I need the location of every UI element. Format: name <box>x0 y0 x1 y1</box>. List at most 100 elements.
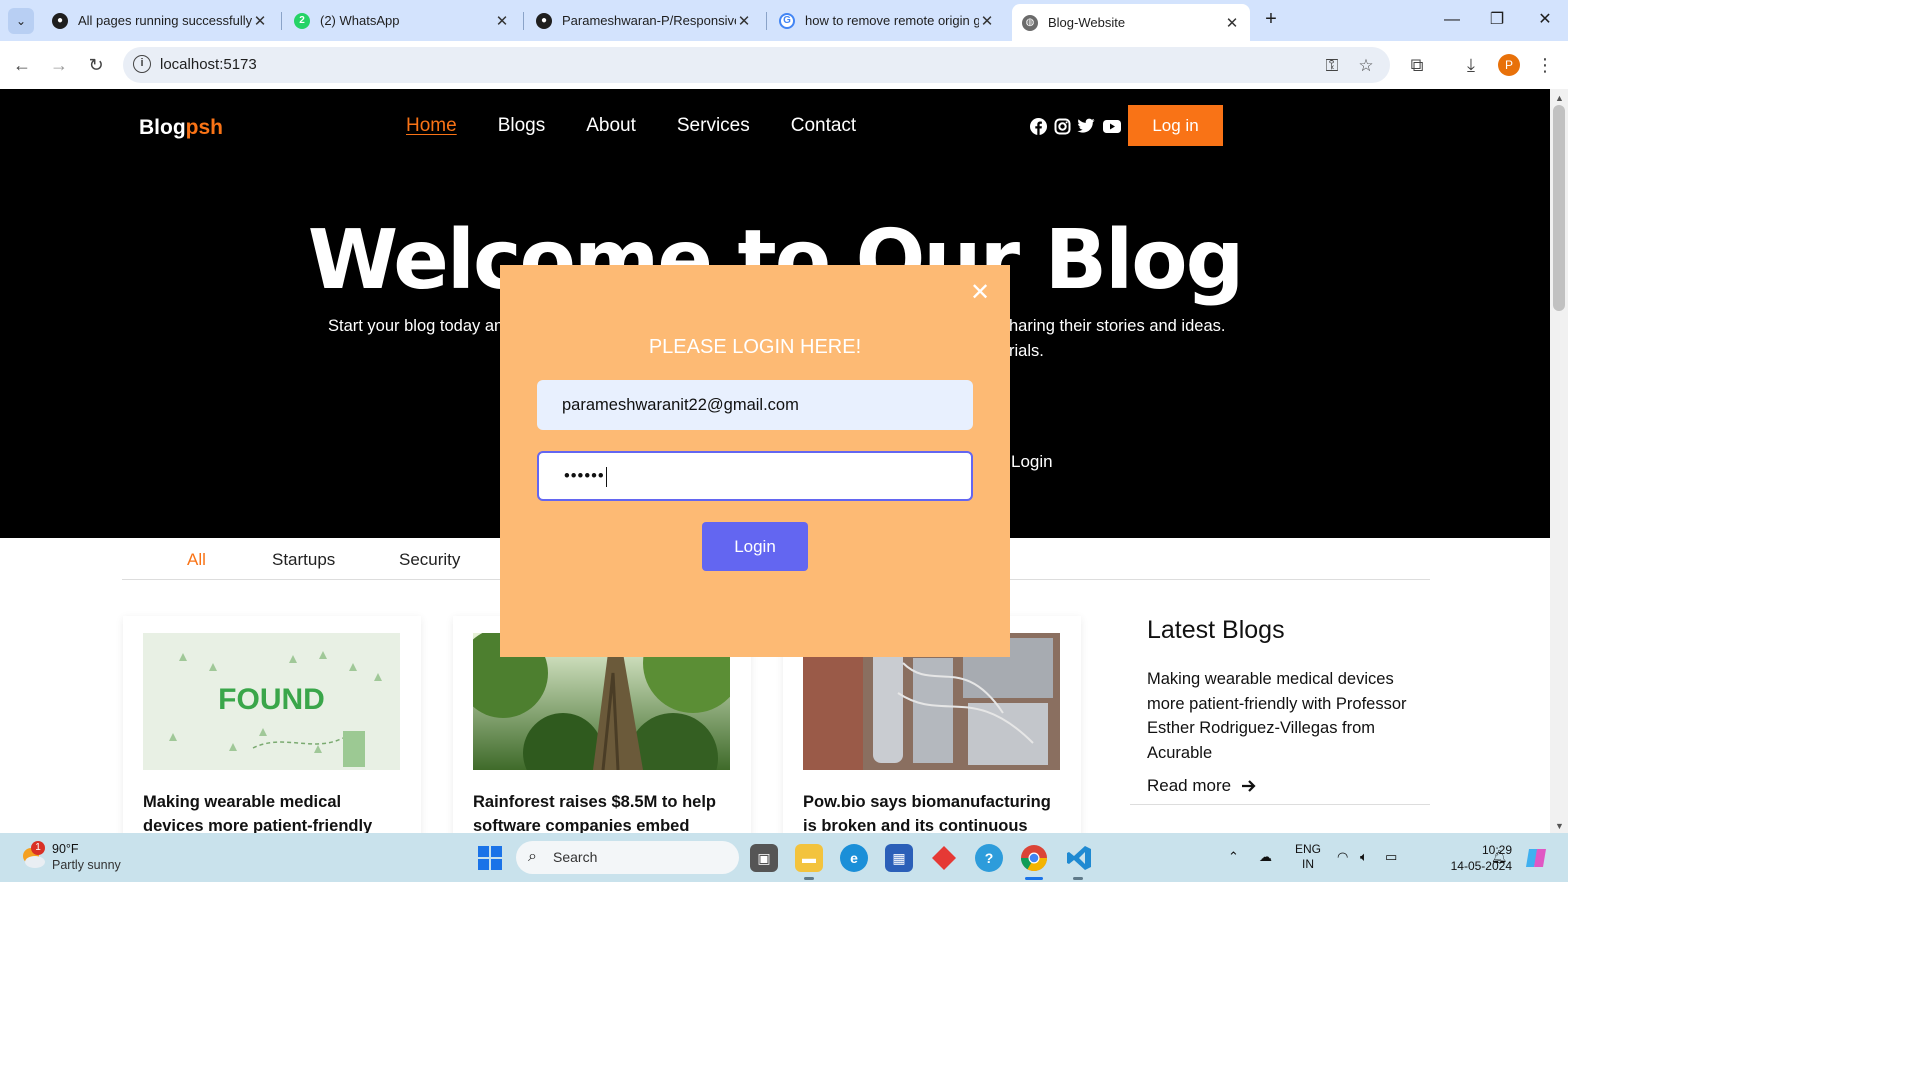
latest-blog-item[interactable]: Making wearable medical devices more pat… <box>1147 667 1422 765</box>
vscode-icon[interactable] <box>1065 844 1093 872</box>
nav-blogs[interactable]: Blogs <box>498 115 546 137</box>
edge-browser-icon[interactable]: e <box>840 844 868 872</box>
blog-card[interactable]: FOUND Making wearable medical devices mo… <box>123 616 421 833</box>
tab-title: (2) WhatsApp <box>320 13 400 28</box>
github-icon: ● <box>536 12 552 29</box>
language-code: ENG <box>1295 842 1322 856</box>
facebook-icon[interactable] <box>1029 117 1047 135</box>
read-more-link[interactable]: Read more <box>1147 776 1257 796</box>
hero-description-right: haring their stories and ideas. <box>1009 317 1226 335</box>
back-arrow-icon[interactable]: ← <box>10 53 34 77</box>
app-running-indicator <box>1073 877 1083 880</box>
nav-services[interactable]: Services <box>677 115 750 137</box>
card-title[interactable]: Pow.bio says biomanufacturing is broken … <box>803 790 1065 833</box>
header-login-button[interactable]: Log in <box>1128 105 1223 146</box>
scroll-up-arrow-icon[interactable]: ▲ <box>1555 93 1564 103</box>
category-all[interactable]: All <box>187 550 206 570</box>
login-modal: ✕ PLEASE LOGIN HERE! parameshwaranit22@g… <box>500 265 1010 657</box>
close-tab-icon[interactable]: ✕ <box>494 12 510 30</box>
card-image-found: FOUND <box>143 633 400 770</box>
tab-search-chevron-icon[interactable]: ⌄ <box>8 8 34 34</box>
category-startups[interactable]: Startups <box>272 550 335 570</box>
task-view-icon[interactable]: ▣ <box>750 844 778 872</box>
wifi-icon[interactable]: ◠ <box>1337 849 1348 865</box>
red-diamond-app-icon[interactable] <box>930 844 958 872</box>
input-language[interactable]: ENG IN <box>1295 842 1321 872</box>
search-placeholder: Search <box>553 849 598 865</box>
nav-home[interactable]: Home <box>406 115 457 137</box>
tab-google-search[interactable]: G how to remove remote origin g ✕ <box>769 5 1005 36</box>
weather-description[interactable]: Partly sunny <box>52 858 121 872</box>
notification-bell-icon[interactable]: 🔔︎ <box>1491 849 1508 865</box>
close-tab-icon[interactable]: ✕ <box>736 12 752 30</box>
bookmark-star-icon[interactable]: ☆ <box>1355 55 1377 77</box>
modal-login-button[interactable]: Login <box>702 522 808 571</box>
tab-title: Blog-Website <box>1048 15 1126 30</box>
instagram-icon[interactable] <box>1053 117 1071 135</box>
youtube-icon[interactable] <box>1102 117 1122 135</box>
tab-title: All pages running successfully · <box>78 13 252 28</box>
tab-blog-website[interactable]: ◍ Blog-Website ✕ <box>1012 4 1250 41</box>
address-bar[interactable]: i localhost:5173 ⚿ ☆ <box>123 47 1390 83</box>
forward-arrow-icon[interactable]: → <box>47 53 71 77</box>
microsoft-store-icon[interactable]: ▦ <box>885 844 913 872</box>
url-text[interactable]: localhost:5173 <box>160 56 257 73</box>
site-info-icon[interactable]: i <box>133 55 151 73</box>
help-app-icon[interactable]: ? <box>975 844 1003 872</box>
read-more-label: Read more <box>1147 776 1232 795</box>
password-key-icon[interactable]: ⚿ <box>1321 55 1343 77</box>
tab-separator <box>766 12 767 30</box>
more-menu-icon[interactable]: ⋮ <box>1533 53 1557 77</box>
tab-github-repo[interactable]: ● Parameshwaran-P/Responsive-I ✕ <box>526 5 762 36</box>
minimize-icon[interactable]: — <box>1437 8 1467 32</box>
close-tab-icon[interactable]: ✕ <box>1224 14 1240 32</box>
tab-separator <box>523 12 524 30</box>
new-tab-plus-icon[interactable]: + <box>1259 8 1283 32</box>
search-icon: ⌕ <box>528 848 537 865</box>
tab-github-pages[interactable]: ● All pages running successfully · ✕ <box>42 5 278 36</box>
battery-icon[interactable]: ▭ <box>1385 849 1397 865</box>
main-nav: Home Blogs About Services Contact <box>406 115 856 137</box>
copilot-icon[interactable] <box>1522 844 1550 872</box>
site-logo[interactable]: Blogpsh <box>139 116 223 140</box>
logo-main-text: Blog <box>139 116 186 139</box>
whatsapp-icon: 2 <box>294 12 310 29</box>
volume-icon[interactable]: 🔈︎ <box>1360 849 1368 865</box>
onedrive-cloud-icon[interactable]: ☁ <box>1259 849 1272 865</box>
email-field[interactable]: parameshwaranit22@gmail.com <box>537 380 973 430</box>
scroll-thumb[interactable] <box>1553 105 1565 311</box>
tab-whatsapp[interactable]: 2 (2) WhatsApp ✕ <box>284 5 520 36</box>
weather-temperature[interactable]: 90°F <box>52 842 79 856</box>
nav-about[interactable]: About <box>586 115 636 137</box>
weather-partly-sunny-icon[interactable]: 1 <box>20 841 46 870</box>
extensions-puzzle-icon[interactable]: ⧉ <box>1405 53 1429 77</box>
card-title[interactable]: Making wearable medical devices more pat… <box>143 790 405 833</box>
logo-accent-text: psh <box>185 116 223 139</box>
password-field[interactable]: •••••• <box>537 451 973 501</box>
latest-blogs-heading: Latest Blogs <box>1147 616 1285 644</box>
restore-icon[interactable]: ❐ <box>1482 8 1512 32</box>
scroll-down-arrow-icon[interactable]: ▼ <box>1555 821 1564 831</box>
twitter-icon[interactable] <box>1077 117 1095 135</box>
nav-contact[interactable]: Contact <box>791 115 856 137</box>
file-explorer-icon[interactable]: ▬ <box>795 844 823 872</box>
hero-description-left: Start your blog today an <box>328 317 504 335</box>
taskbar-search-box[interactable]: ⌕ Search <box>516 841 739 874</box>
show-hidden-icons-chevron-icon[interactable]: ⌃ <box>1228 849 1239 865</box>
windows-start-icon[interactable] <box>478 846 502 870</box>
password-mask: •••••• <box>564 467 605 485</box>
category-security[interactable]: Security <box>399 550 460 570</box>
close-window-icon[interactable]: ✕ <box>1530 8 1560 32</box>
download-icon[interactable]: ⤓ <box>1459 53 1483 77</box>
close-icon[interactable]: ✕ <box>969 281 991 305</box>
close-tab-icon[interactable]: ✕ <box>252 12 268 30</box>
card-title[interactable]: Rainforest raises $8.5M to help software… <box>473 790 735 833</box>
reload-icon[interactable]: ↻ <box>84 53 108 77</box>
profile-avatar[interactable]: P <box>1498 54 1520 76</box>
text-caret <box>605 466 607 487</box>
chrome-icon[interactable] <box>1020 844 1048 872</box>
close-tab-icon[interactable]: ✕ <box>979 12 995 30</box>
github-icon: ● <box>52 12 68 29</box>
hero-login-link[interactable]: Login <box>1011 452 1053 472</box>
page-scrollbar[interactable]: ▲ ▼ <box>1550 89 1568 833</box>
